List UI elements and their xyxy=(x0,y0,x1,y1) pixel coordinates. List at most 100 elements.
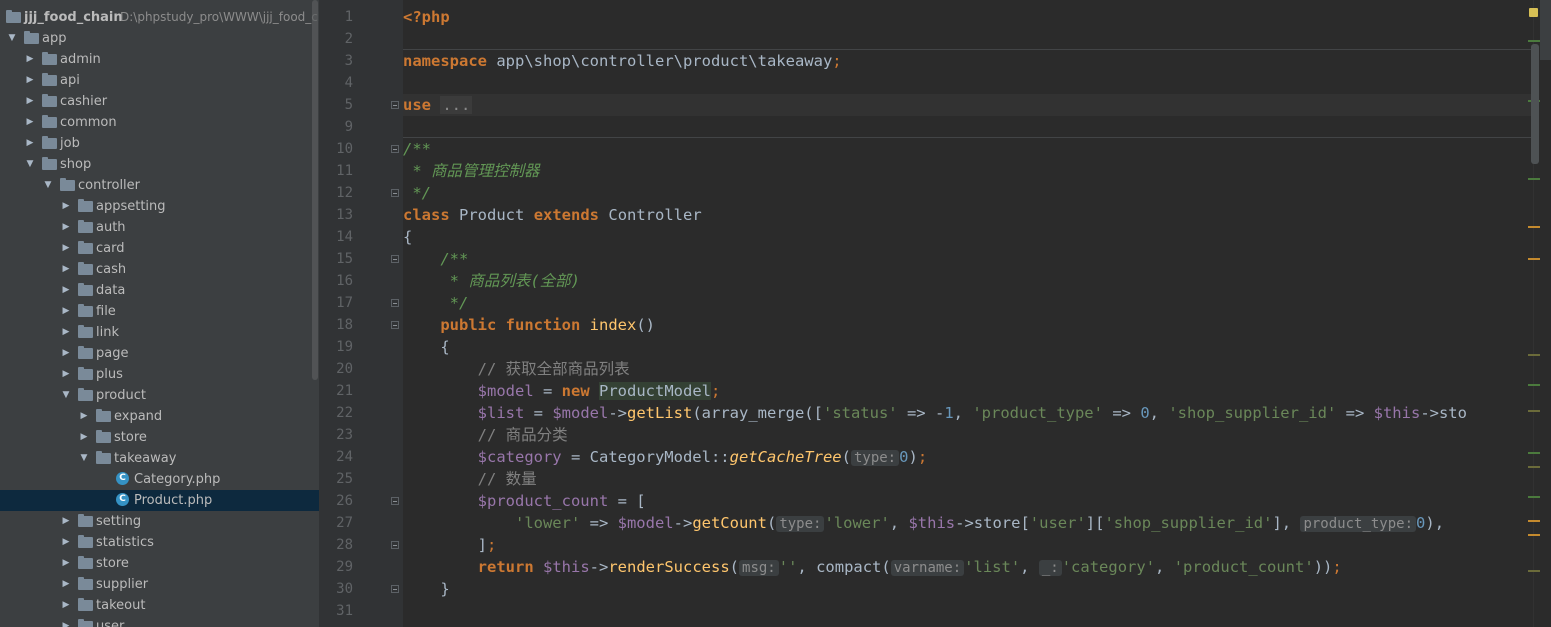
line-number[interactable]: 14 xyxy=(319,226,353,248)
line-number[interactable]: 17 xyxy=(319,292,353,314)
info-marker[interactable] xyxy=(1528,354,1540,356)
tree-item-api[interactable]: ▶ api xyxy=(0,70,319,91)
tree-item-app[interactable]: ▼ app xyxy=(0,28,319,49)
code-editor[interactable]: <?php namespace app\shop\controller\prod… xyxy=(403,0,1533,627)
chevron-right-icon[interactable]: ▶ xyxy=(60,238,72,259)
line-number[interactable]: 30 xyxy=(319,578,353,600)
line-number[interactable]: 21 xyxy=(319,380,353,402)
chevron-down-icon[interactable]: ▼ xyxy=(60,385,72,406)
line-number[interactable]: 19 xyxy=(319,336,353,358)
tree-item-user[interactable]: ▶ user xyxy=(0,616,319,627)
info-marker[interactable] xyxy=(1528,570,1540,572)
chevron-down-icon[interactable]: ▼ xyxy=(24,154,36,175)
line-number[interactable]: 2 xyxy=(319,28,353,50)
warning-marker[interactable] xyxy=(1528,534,1540,536)
chevron-right-icon[interactable]: ▶ xyxy=(60,196,72,217)
tree-item-product-php[interactable]: C Product.php xyxy=(0,490,319,511)
chevron-right-icon[interactable]: ▶ xyxy=(60,364,72,385)
tree-item-controller[interactable]: ▼ controller xyxy=(0,175,319,196)
tree-item-page[interactable]: ▶ page xyxy=(0,343,319,364)
chevron-right-icon[interactable]: ▶ xyxy=(60,343,72,364)
line-number[interactable]: 18 xyxy=(319,314,353,336)
warning-marker[interactable] xyxy=(1528,226,1540,228)
chevron-right-icon[interactable]: ▶ xyxy=(78,427,90,448)
change-marker[interactable] xyxy=(1528,452,1540,454)
tree-item-statistics[interactable]: ▶ statistics xyxy=(0,532,319,553)
chevron-right-icon[interactable]: ▶ xyxy=(24,133,36,154)
chevron-right-icon[interactable]: ▶ xyxy=(60,532,72,553)
tree-item-cashier[interactable]: ▶ cashier xyxy=(0,91,319,112)
chevron-down-icon[interactable]: ▼ xyxy=(78,448,90,469)
tree-item-link[interactable]: ▶ link xyxy=(0,322,319,343)
fold-toggle-icon[interactable] xyxy=(391,101,399,109)
chevron-right-icon[interactable]: ▶ xyxy=(60,616,72,627)
line-number[interactable]: 24 xyxy=(319,446,353,468)
tree-item-common[interactable]: ▶ common xyxy=(0,112,319,133)
line-number[interactable]: 15 xyxy=(319,248,353,270)
line-number[interactable]: 9 xyxy=(319,116,353,138)
chevron-right-icon[interactable]: ▶ xyxy=(60,217,72,238)
change-marker[interactable] xyxy=(1528,496,1540,498)
line-number[interactable]: 23 xyxy=(319,424,353,446)
fold-toggle-icon[interactable] xyxy=(391,145,399,153)
tree-item-product[interactable]: ▼ product xyxy=(0,385,319,406)
line-number[interactable]: 31 xyxy=(319,600,353,622)
chevron-right-icon[interactable]: ▶ xyxy=(60,595,72,616)
folded-imports[interactable]: ... xyxy=(440,96,473,114)
line-number[interactable]: 13 xyxy=(319,204,353,226)
fold-toggle-icon[interactable] xyxy=(391,497,399,505)
chevron-right-icon[interactable]: ▶ xyxy=(60,259,72,280)
info-marker[interactable] xyxy=(1528,466,1540,468)
chevron-right-icon[interactable]: ▶ xyxy=(60,553,72,574)
chevron-right-icon[interactable]: ▶ xyxy=(60,280,72,301)
tree-item-plus[interactable]: ▶ plus xyxy=(0,364,319,385)
line-number[interactable]: 11 xyxy=(319,160,353,182)
chevron-right-icon[interactable]: ▶ xyxy=(60,301,72,322)
chevron-right-icon[interactable]: ▶ xyxy=(24,70,36,91)
fold-toggle-icon[interactable] xyxy=(391,299,399,307)
inspection-status-icon[interactable] xyxy=(1529,8,1538,17)
project-tree[interactable]: jjj_food_chain D:\phpstudy_pro\WWW\jjj_f… xyxy=(0,0,319,627)
line-number[interactable]: 1 xyxy=(319,6,353,28)
tree-item-auth[interactable]: ▶ auth xyxy=(0,217,319,238)
tree-item-job[interactable]: ▶ job xyxy=(0,133,319,154)
line-number[interactable]: 20 xyxy=(319,358,353,380)
fold-toggle-icon[interactable] xyxy=(391,189,399,197)
database-side-tab[interactable] xyxy=(1540,0,1551,60)
line-number[interactable]: 5 xyxy=(319,94,353,116)
tree-item-category-php[interactable]: C Category.php xyxy=(0,469,319,490)
tree-item-takeaway[interactable]: ▼ takeaway xyxy=(0,448,319,469)
info-marker[interactable] xyxy=(1528,410,1540,412)
line-number[interactable]: 28 xyxy=(319,534,353,556)
tree-item-store[interactable]: ▶ store xyxy=(0,553,319,574)
line-number[interactable]: 27 xyxy=(319,512,353,534)
tree-item-expand[interactable]: ▶ expand xyxy=(0,406,319,427)
chevron-right-icon[interactable]: ▶ xyxy=(24,91,36,112)
line-number[interactable]: 29 xyxy=(319,556,353,578)
tree-item-card[interactable]: ▶ card xyxy=(0,238,319,259)
tree-item-data[interactable]: ▶ data xyxy=(0,280,319,301)
tree-item-setting[interactable]: ▶ setting xyxy=(0,511,319,532)
tree-item-store[interactable]: ▶ store xyxy=(0,427,319,448)
fold-toggle-icon[interactable] xyxy=(391,541,399,549)
line-number[interactable]: 26 xyxy=(319,490,353,512)
chevron-down-icon[interactable]: ▼ xyxy=(6,28,18,49)
tree-item-appsetting[interactable]: ▶ appsetting xyxy=(0,196,319,217)
warning-marker[interactable] xyxy=(1528,258,1540,260)
change-marker[interactable] xyxy=(1528,40,1540,42)
chevron-right-icon[interactable]: ▶ xyxy=(60,511,72,532)
line-number[interactable]: 12 xyxy=(319,182,353,204)
fold-toggle-icon[interactable] xyxy=(391,585,399,593)
line-number[interactable]: 16 xyxy=(319,270,353,292)
tree-item-admin[interactable]: ▶ admin xyxy=(0,49,319,70)
chevron-right-icon[interactable]: ▶ xyxy=(60,574,72,595)
tree-item-cash[interactable]: ▶ cash xyxy=(0,259,319,280)
project-root[interactable]: jjj_food_chain D:\phpstudy_pro\WWW\jjj_f… xyxy=(0,7,319,28)
line-number[interactable]: 3 xyxy=(319,50,353,72)
change-marker[interactable] xyxy=(1528,178,1540,180)
line-number[interactable]: 22 xyxy=(319,402,353,424)
change-marker[interactable] xyxy=(1528,384,1540,386)
tree-item-supplier[interactable]: ▶ supplier xyxy=(0,574,319,595)
line-number[interactable]: 4 xyxy=(319,72,353,94)
chevron-right-icon[interactable]: ▶ xyxy=(60,322,72,343)
